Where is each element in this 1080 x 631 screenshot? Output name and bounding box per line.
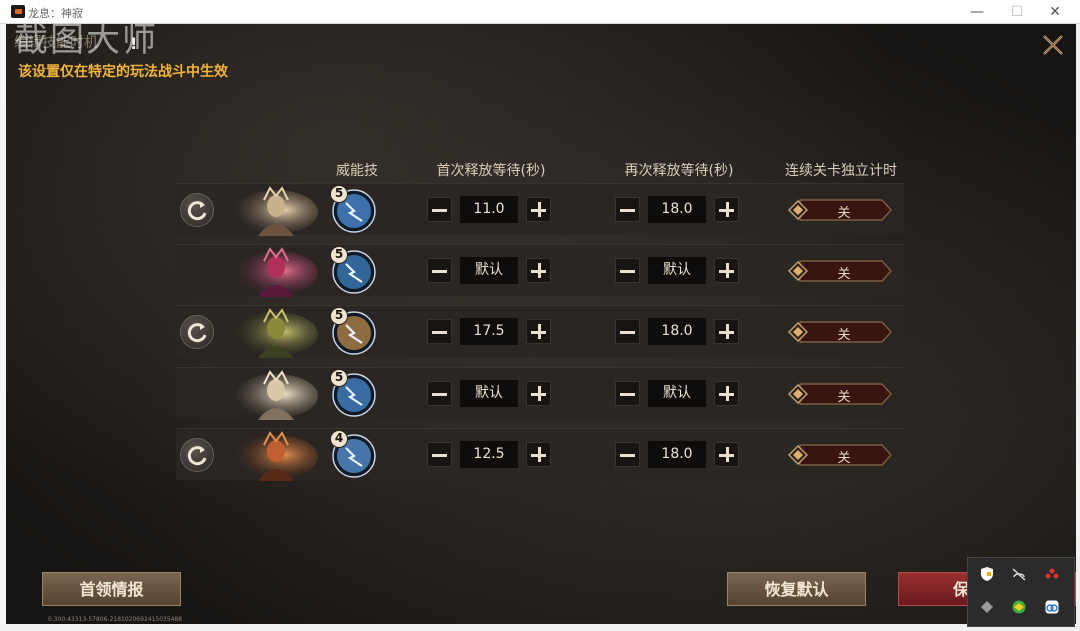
repeat-wait-value: 18.0: [648, 441, 706, 468]
first-wait-plus-button[interactable]: [526, 442, 551, 467]
first-wait-minus-button[interactable]: [427, 258, 452, 283]
skill-level-badge: 5: [330, 246, 348, 264]
restore-default-button[interactable]: 恢复默认: [727, 572, 866, 606]
stage-timer-state: 关: [837, 451, 851, 466]
hero-portrait: [234, 370, 318, 420]
first-wait-value: 11.0: [460, 196, 518, 223]
repeat-wait-plus-button[interactable]: [714, 381, 739, 406]
reset-row-button[interactable]: [180, 193, 214, 227]
close-icon[interactable]: [1040, 32, 1066, 58]
repeat-wait-minus-button[interactable]: [615, 197, 640, 222]
reset-row-button[interactable]: [180, 438, 214, 472]
window-right-edge: [1076, 24, 1080, 624]
refresh-icon: [187, 446, 207, 466]
refresh-icon: [187, 323, 207, 343]
first-wait-minus-button[interactable]: [427, 197, 452, 222]
network-off-icon[interactable]: [1011, 566, 1027, 582]
repeat-wait-plus-button[interactable]: [714, 197, 739, 222]
first-wait-value: 17.5: [460, 318, 518, 345]
boss-info-button[interactable]: 首领情报: [42, 572, 181, 606]
window-title: 龙息：神寂: [28, 7, 83, 20]
refresh-icon: [187, 201, 207, 221]
stage-timer-state: 关: [837, 390, 851, 405]
skill-level-badge: 5: [330, 307, 348, 325]
column-header-repeat-wait: 再次释放等待(秒): [624, 163, 734, 179]
first-wait-value: 12.5: [460, 441, 518, 468]
skill-level-badge: 5: [330, 185, 348, 203]
notice-text: 该设置仅在特定的玩法战斗中生效: [18, 64, 228, 80]
window-close-button[interactable]: ✕: [1040, 2, 1070, 22]
security-shield-icon[interactable]: [979, 566, 995, 582]
first-wait-minus-button[interactable]: [427, 442, 452, 467]
repeat-wait-minus-button[interactable]: [615, 381, 640, 406]
repeat-wait-plus-button[interactable]: [714, 319, 739, 344]
first-wait-plus-button[interactable]: [526, 319, 551, 344]
stage-timer-state: 关: [837, 267, 851, 282]
first-wait-plus-button[interactable]: [526, 197, 551, 222]
skill-timing-dialog: 编辑技能时机 ! 截图大师 该设置仅在特定的玩法战斗中生效 威能技 首次释放等待…: [6, 24, 1076, 624]
hero-portrait: [234, 186, 318, 236]
skill-level-badge: 4: [330, 430, 348, 448]
column-header-skill: 威能技: [336, 163, 378, 179]
hero-row: 4 12.5 18.0 关: [176, 428, 904, 481]
hero-portrait: [234, 247, 318, 297]
reset-row-button[interactable]: [180, 315, 214, 349]
window-titlebar: 龙息：神寂 — ☐ ✕: [0, 0, 1080, 24]
diamond-tray-icon[interactable]: [979, 599, 995, 615]
first-wait-value: 默认: [460, 380, 518, 407]
green-tray-icon[interactable]: [1011, 599, 1027, 615]
first-wait-minus-button[interactable]: [427, 319, 452, 344]
stage-timer-state: 关: [837, 328, 851, 343]
hero-portrait: [234, 308, 318, 358]
first-wait-value: 默认: [460, 257, 518, 284]
first-wait-minus-button[interactable]: [427, 381, 452, 406]
repeat-wait-value: 18.0: [648, 318, 706, 345]
minimize-button[interactable]: —: [962, 2, 992, 22]
cloud-tray-icon[interactable]: [1044, 599, 1060, 615]
system-tray-popup: [967, 557, 1075, 627]
stage-timer-state: 关: [837, 206, 851, 221]
hero-row: 5 11.0 18.0 关: [176, 183, 904, 236]
hero-portrait: [234, 431, 318, 481]
hero-row: 5 默认 默认 关: [176, 367, 904, 420]
maximize-button[interactable]: ☐: [1002, 2, 1032, 22]
repeat-wait-minus-button[interactable]: [615, 442, 640, 467]
first-wait-plus-button[interactable]: [526, 381, 551, 406]
hero-row: 5 17.5 18.0 关: [176, 305, 904, 358]
app-icon: [11, 5, 25, 18]
column-header-first-wait: 首次释放等待(秒): [436, 163, 546, 179]
first-wait-plus-button[interactable]: [526, 258, 551, 283]
repeat-wait-value: 18.0: [648, 196, 706, 223]
version-text: 0.300.43313-57806-2181020692415035488: [48, 616, 183, 623]
repeat-wait-value: 默认: [648, 257, 706, 284]
repeat-wait-plus-button[interactable]: [714, 258, 739, 283]
repeat-wait-value: 默认: [648, 380, 706, 407]
app-tray-icon[interactable]: [1044, 566, 1060, 582]
repeat-wait-minus-button[interactable]: [615, 319, 640, 344]
watermark-text: 截图大师: [14, 24, 158, 60]
hero-row: 5 默认 默认 关: [176, 244, 904, 297]
skill-level-badge: 5: [330, 369, 348, 387]
background-page-strip: [0, 624, 1080, 631]
column-header-stage-timer: 连续关卡独立计时: [785, 163, 897, 179]
repeat-wait-plus-button[interactable]: [714, 442, 739, 467]
repeat-wait-minus-button[interactable]: [615, 258, 640, 283]
